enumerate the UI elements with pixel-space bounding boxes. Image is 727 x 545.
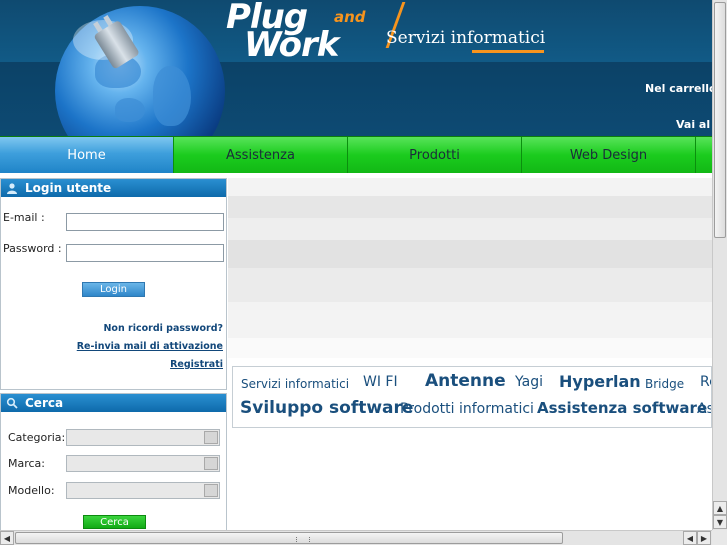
nav-web-design[interactable]: Web Design xyxy=(522,137,696,173)
browser-viewport: Plug and Work Servizi informatici Nel ca… xyxy=(0,0,712,530)
tag-hyperlan[interactable]: Hyperlan xyxy=(559,372,641,391)
cart-status-text[interactable]: Nel carrello xyxy=(645,82,712,95)
register-link[interactable]: Registrati xyxy=(170,359,223,370)
scroll-down-arrow-icon[interactable]: ▼ xyxy=(713,515,727,529)
login-button[interactable]: Login xyxy=(82,282,145,297)
email-label: E-mail : xyxy=(3,211,45,224)
horizontal-scroll-thumb[interactable] xyxy=(15,532,563,544)
logo-word-and: and xyxy=(334,8,366,26)
password-field[interactable] xyxy=(66,244,224,262)
tag-bridge[interactable]: Bridge xyxy=(645,377,684,391)
content-band-3 xyxy=(228,218,712,240)
tag-prodotti-informatici[interactable]: Prodotti informatici xyxy=(400,401,534,417)
nav-assistenza[interactable]: Assistenza xyxy=(174,137,348,173)
content-band-6 xyxy=(228,302,712,338)
magnifier-icon xyxy=(5,396,19,410)
login-panel-title: Login utente xyxy=(25,181,112,195)
tag-as-partial[interactable]: As xyxy=(697,401,711,417)
brand-dropdown-icon xyxy=(204,457,218,470)
globe-land-2 xyxy=(153,66,191,126)
scroll-right-arrow-icon[interactable]: ▶ xyxy=(697,531,711,545)
tag-re-partial[interactable]: Re xyxy=(700,374,711,390)
scroll-left-arrow-icon[interactable]: ◀ xyxy=(0,531,14,545)
globe-image xyxy=(55,6,225,136)
nav-home[interactable]: Home xyxy=(0,137,174,173)
scroll-grip-icon xyxy=(296,537,310,542)
email-field[interactable] xyxy=(66,213,224,231)
content-band-4 xyxy=(228,240,712,268)
password-label: Password : xyxy=(3,242,62,255)
tag-sviluppo-software[interactable]: Sviluppo software xyxy=(240,398,413,418)
scroll-up-arrow-icon[interactable]: ▲ xyxy=(713,501,727,515)
search-panel: Cerca Categoria: Marca: Modello: Cerca xyxy=(0,393,227,530)
category-select[interactable] xyxy=(66,429,220,446)
category-dropdown-icon xyxy=(204,431,218,444)
nav-next-item[interactable] xyxy=(696,137,712,173)
globe-land-3 xyxy=(115,98,145,122)
search-panel-title: Cerca xyxy=(25,396,64,410)
model-dropdown-icon xyxy=(204,484,218,497)
tag-assistenza-software[interactable]: Assistenza software xyxy=(537,399,707,417)
nav-prodotti[interactable]: Prodotti xyxy=(348,137,522,173)
category-label: Categoria: xyxy=(8,431,66,444)
tag-servizi-informatici[interactable]: Servizi informatici xyxy=(241,377,349,391)
model-select[interactable] xyxy=(66,482,220,499)
left-sidebar: Login utente E-mail : Password : Login N… xyxy=(0,178,227,530)
logo-word-work: Work xyxy=(244,25,339,65)
search-button[interactable]: Cerca xyxy=(83,515,146,529)
resend-activation-link[interactable]: Re-invia mail di attivazione xyxy=(77,341,223,352)
logo-tagline: Servizi informatici xyxy=(386,28,546,48)
login-panel-header: Login utente xyxy=(1,179,226,197)
vertical-scrollbar[interactable]: ▲ ▼ xyxy=(712,0,727,530)
tag-antenne[interactable]: Antenne xyxy=(425,371,506,391)
brand-label: Marca: xyxy=(8,457,46,470)
vertical-scroll-thumb[interactable] xyxy=(714,2,726,238)
main-content: Servizi informatici WI FI Antenne Yagi H… xyxy=(228,178,712,530)
tag-cloud: Servizi informatici WI FI Antenne Yagi H… xyxy=(232,366,712,428)
tag-wifi[interactable]: WI FI xyxy=(363,374,398,390)
main-nav: Home Assistenza Prodotti Web Design xyxy=(0,136,712,173)
scroll-left-arrow-icon-2[interactable]: ◀ xyxy=(683,531,697,545)
goto-cart-link[interactable]: Vai al xyxy=(676,118,710,131)
search-panel-header: Cerca xyxy=(1,394,226,412)
content-band-5 xyxy=(228,268,712,302)
brand-select[interactable] xyxy=(66,455,220,472)
content-band-7 xyxy=(228,338,712,358)
user-icon xyxy=(5,181,19,195)
logo-underline xyxy=(472,50,544,53)
horizontal-scrollbar[interactable]: ◀ ◀ ▶ xyxy=(0,530,712,545)
site-header: Plug and Work Servizi informatici Nel ca… xyxy=(0,0,712,136)
tag-yagi[interactable]: Yagi xyxy=(515,374,543,390)
scrollbar-corner xyxy=(712,530,727,545)
content-band-1 xyxy=(228,178,712,196)
model-label: Modello: xyxy=(8,484,55,497)
content-band-2 xyxy=(228,196,712,218)
site-logo[interactable]: Plug and Work Servizi informatici xyxy=(226,0,546,65)
forgot-password-link[interactable]: Non ricordi password? xyxy=(103,323,223,334)
login-panel: Login utente E-mail : Password : Login N… xyxy=(0,178,227,390)
